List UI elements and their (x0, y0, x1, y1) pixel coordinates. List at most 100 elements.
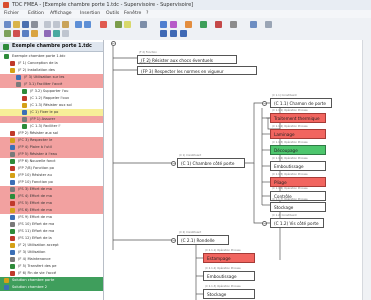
add-failure-icon[interactable] (13, 30, 20, 37)
node-c11-chamon[interactable]: (C 1.1) Constituant (C 1.1) Chamon de po… (270, 94, 332, 108)
op-traitement-thermique[interactable]: (C 1.1.1) Opération Process Traitement t… (270, 109, 326, 123)
redo-icon[interactable] (84, 21, 91, 28)
tree-item[interactable]: (FP 4) Plaire à l'util (0, 144, 103, 151)
op-emboutissage[interactable]: (C 1.1.4) Opération Process Emboutissage (270, 157, 326, 171)
tree-item[interactable]: (C 1.3) Résister aux sol (0, 102, 103, 109)
view-graph-icon[interactable] (180, 30, 187, 37)
tree-item[interactable]: (F 2) Installation des (0, 67, 103, 74)
tree-item[interactable]: (FP 10) Résister au (0, 172, 103, 179)
view-tree-icon[interactable] (160, 30, 167, 37)
menu-outils[interactable]: Outils (106, 11, 119, 17)
tree-item[interactable]: (FP 6) Nouvelle fonct (0, 158, 103, 165)
tree-item[interactable]: (F 4) Maintenance (0, 256, 103, 263)
op-stockage[interactable]: (C 1.1.7) Opération Process Stockage (270, 198, 326, 212)
tree-item[interactable]: (FS 4) Effort de ma (0, 193, 103, 200)
project-tree-header[interactable]: Exemple chambre porte 1.tdc (0, 42, 103, 52)
cut-icon[interactable] (44, 21, 51, 28)
menu-affichage[interactable]: Affichage (50, 11, 72, 17)
op-emboutissage-2[interactable]: (C 2.1.2) Opération Process Emboutissage (203, 267, 255, 281)
node-tag: (C 1.1.4) Opération Process (272, 157, 308, 160)
undo-icon[interactable] (75, 21, 82, 28)
add-cause-icon[interactable] (31, 30, 38, 37)
tree-item[interactable]: (F 5) Transfert des pe (0, 263, 103, 270)
paste-icon[interactable] (62, 21, 69, 28)
link-icon[interactable] (170, 21, 177, 28)
warning-icon[interactable] (215, 21, 222, 28)
tree-item[interactable]: (FS 9) Effort de ma (0, 214, 103, 221)
op-stockage-2[interactable]: (C 2.1.3) Opération Process Stockage (203, 285, 255, 299)
tree-item[interactable]: (F 3) Utilisation sur les (0, 74, 103, 81)
tree-item[interactable]: (F 1) Conception de la (0, 60, 103, 67)
delete-icon[interactable] (100, 21, 107, 28)
tree-item[interactable]: (F 3.2) Supporter l'ou (0, 88, 103, 95)
tree-item[interactable]: (FS 11) Effort de ma (0, 228, 103, 235)
node-c1-collapse-icon[interactable]: − (171, 160, 176, 166)
tree-item[interactable]: (C 1) Fixer le po (0, 109, 103, 116)
node-c11-collapse-icon[interactable]: − (262, 100, 267, 106)
menu-insertion[interactable]: Insertion (80, 11, 100, 17)
menu-fichier[interactable]: Fichier (4, 11, 19, 17)
tree-item[interactable]: (FP 1) Assurer (0, 116, 103, 123)
node-tag: (F) Fonction (139, 62, 155, 65)
tree-item[interactable]: (F 6) Fin de vie l'accé (0, 270, 103, 277)
menu-help[interactable]: ? (146, 11, 148, 17)
op-laminage[interactable]: (C 1.1.2) Opération Process Laminage (270, 125, 326, 139)
zoom-icon[interactable] (140, 21, 147, 28)
node-fp3-normes[interactable]: (F) Fonction (FP 3) Respecter les normes… (137, 62, 257, 75)
tree-item[interactable]: (F 3.1) Faciliter l'accè (0, 81, 103, 88)
node-c2-collapse-icon[interactable]: − (171, 237, 176, 243)
node-c12-vis[interactable]: (C 1.2) Constituant (C 1.2) Vis côté por… (270, 214, 324, 228)
print-icon[interactable] (31, 21, 38, 28)
tree-item-label: (F 3) Utilisation (18, 250, 46, 254)
tree-item[interactable]: (FS 12) Effort de la (0, 235, 103, 242)
vertical-scrollbar[interactable] (362, 40, 371, 300)
tree-item[interactable]: (F 3) Utilisation (0, 249, 103, 256)
flag-icon[interactable] (185, 21, 192, 28)
note-icon[interactable] (124, 21, 131, 28)
tree-item[interactable]: (FS 5) Effort de ma (0, 200, 103, 207)
node-c1-chambre[interactable]: (C 1) Constituant (C 1) Chambre côté por… (177, 154, 245, 168)
tree-item[interactable]: (FP 5) Résister à l'eau (0, 151, 103, 158)
copy-icon[interactable] (53, 21, 60, 28)
node-c21-rondelle[interactable]: (C 2) Constituant (C 2.1) Rondelle (177, 231, 229, 245)
op-decoupage[interactable]: (C 1.1.3) Opération Process Découpage (270, 141, 326, 155)
menu-edition[interactable]: Edition (28, 11, 44, 17)
node-c12-collapse-icon[interactable]: − (262, 220, 267, 226)
add-function-icon[interactable] (4, 30, 11, 37)
export-icon[interactable] (250, 21, 257, 28)
tree-item[interactable]: Exemple chambre porte 1.tdc (0, 53, 103, 60)
help-icon[interactable] (265, 21, 272, 28)
new-file-icon[interactable] (4, 21, 11, 28)
layout-icon[interactable] (160, 21, 167, 28)
tree-item[interactable]: Solution chambre 2 (0, 284, 103, 291)
add-effect-icon[interactable] (44, 30, 51, 37)
tree-item[interactable]: (F 2) Utilisation accept (0, 242, 103, 249)
tree-node-icon (10, 159, 15, 164)
op-estampage[interactable]: (C 2.1.1) Opération Process Estampage (203, 249, 255, 263)
tree-item[interactable]: (C 1.3) Faciliter l' (0, 123, 103, 130)
settings-icon[interactable] (230, 21, 237, 28)
check-icon[interactable] (200, 21, 207, 28)
tree-item[interactable]: (C 1.2) Rappeler l'ouv (0, 95, 103, 102)
tree-item[interactable]: (FP 10) Fonction po (0, 179, 103, 186)
save-icon[interactable] (22, 21, 29, 28)
diagram-canvas[interactable]: − (F 2) Fonction (F 2) Résister aux choc… (104, 40, 371, 300)
tree-item[interactable]: (FP 7/8) Fonction po (0, 165, 103, 172)
tree-item-label: (F 3) Utilisation sur les (24, 75, 65, 79)
tree-item[interactable]: (FS 6) Effort de ma (0, 207, 103, 214)
add-component-icon[interactable] (22, 30, 29, 37)
view-table-icon[interactable] (170, 30, 177, 37)
root-collapse-icon[interactable]: − (110, 40, 116, 46)
tree-item[interactable]: (FS 10) Effort de ma (0, 221, 103, 228)
open-folder-icon[interactable] (13, 21, 20, 28)
menu-fenetre[interactable]: Fenêtre (124, 11, 141, 17)
tree-item[interactable]: Solution chambre porte (0, 277, 103, 284)
tree-item[interactable]: (FP 2) Résister aux sol (0, 130, 103, 137)
tree-item[interactable]: (FS 3) Effort de ma (0, 186, 103, 193)
add-action-icon[interactable] (53, 30, 60, 37)
op-pliage[interactable]: (C 1.1.5) Opération Process Pliage (270, 173, 326, 187)
tree-item[interactable]: (FC 3) Respecter le (0, 137, 103, 144)
tree-node-icon (10, 194, 15, 199)
tree-icon[interactable] (115, 21, 122, 28)
properties-icon[interactable] (62, 30, 69, 37)
